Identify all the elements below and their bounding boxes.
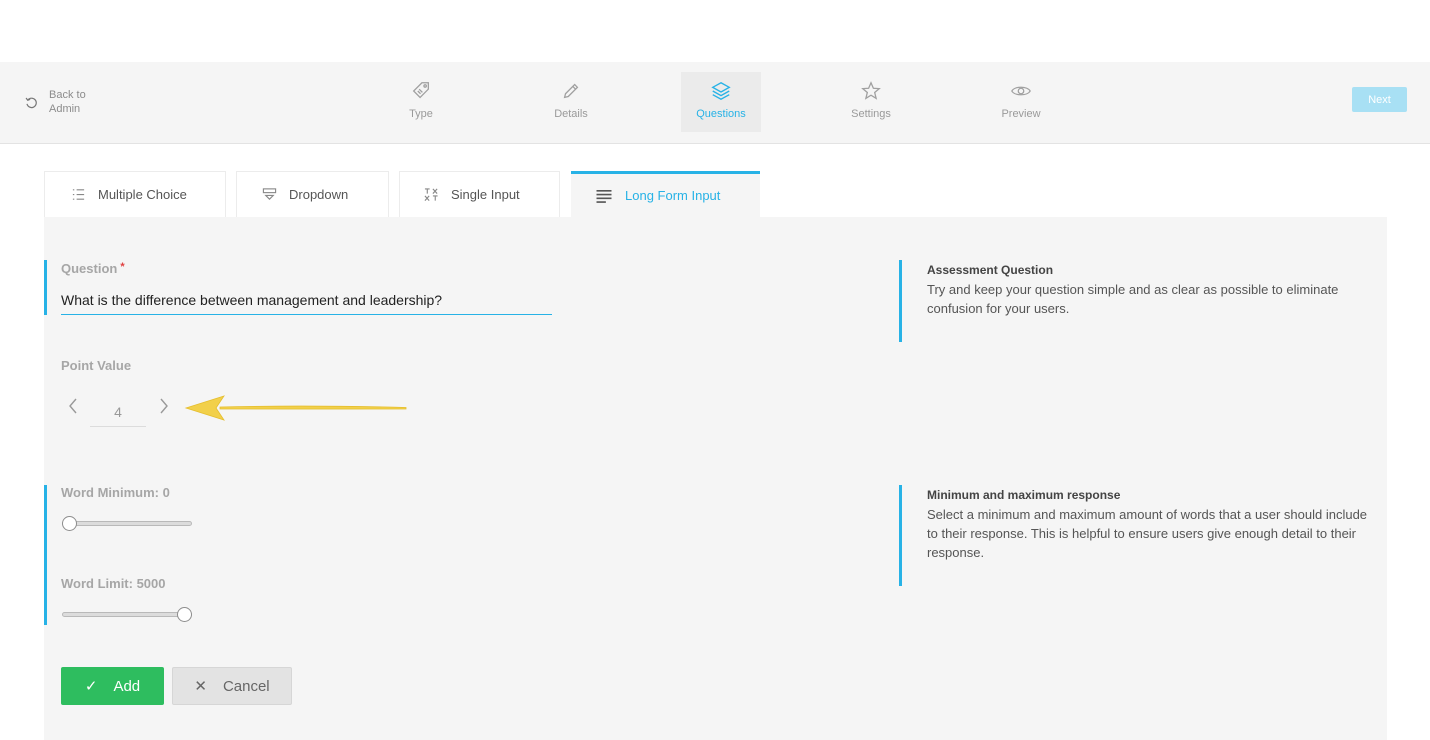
tab-long-form-input[interactable]: Long Form Input <box>571 171 760 217</box>
step-questions[interactable]: Questions <box>681 72 761 132</box>
star-icon <box>861 81 881 100</box>
slider-track <box>62 612 192 617</box>
point-value-input[interactable] <box>90 397 146 427</box>
paragraph-icon <box>596 189 612 203</box>
undo-icon <box>25 97 37 108</box>
pencil-icon <box>563 83 579 99</box>
word-limit-slider[interactable] <box>62 607 194 623</box>
list-icon <box>72 189 85 200</box>
word-minimum-label: Word Minimum: 0 <box>61 485 170 500</box>
step-details-label: Details <box>554 108 588 120</box>
step-questions-label: Questions <box>696 108 746 120</box>
word-range-field-indicator <box>44 485 47 625</box>
question-form-panel: Question* Point Value Word Minimum: 0 Wo… <box>44 217 1387 740</box>
chevron-right-icon <box>160 398 168 414</box>
dropdown-icon <box>262 188 277 200</box>
min-max-response-help: Minimum and maximum response Select a mi… <box>899 485 1369 586</box>
add-button[interactable]: ✓ Add <box>61 667 164 705</box>
cancel-button-label: Cancel <box>222 677 270 695</box>
wizard-header: Back to Admin Type Details Questions Set… <box>0 62 1430 144</box>
required-mark: * <box>120 261 125 273</box>
slider-thumb[interactable] <box>62 516 77 531</box>
help-title: Assessment Question <box>927 263 1054 277</box>
step-settings-label: Settings <box>851 108 891 120</box>
point-value-label: Point Value <box>61 358 132 373</box>
tab-multiple-choice-label: Multiple Choice <box>98 187 187 202</box>
next-button[interactable]: Next <box>1352 87 1407 112</box>
back-to-admin-label: Back to Admin <box>49 89 86 115</box>
question-input[interactable] <box>61 285 552 315</box>
question-label-text: Question <box>61 261 118 276</box>
tab-dropdown[interactable]: Dropdown <box>236 171 389 217</box>
tab-single-input-label: Single Input <box>451 187 520 202</box>
text-input-icon <box>424 188 438 201</box>
layers-icon <box>711 81 731 101</box>
step-preview-label: Preview <box>1001 108 1041 120</box>
word-minimum-slider[interactable] <box>62 516 194 532</box>
close-icon: ✕ <box>194 678 207 695</box>
help-description: Try and keep your question simple and as… <box>927 282 1339 316</box>
step-details[interactable]: Details <box>531 72 611 132</box>
question-label: Question * <box>61 261 125 276</box>
slider-thumb[interactable] <box>177 607 192 622</box>
step-settings[interactable]: Settings <box>831 72 911 132</box>
step-type[interactable]: Type <box>381 72 461 132</box>
checkmark-icon: ✓ <box>84 678 98 695</box>
annotation-arrow-icon <box>184 395 407 421</box>
tab-long-form-input-label: Long Form Input <box>625 188 721 203</box>
step-preview[interactable]: Preview <box>981 72 1061 132</box>
decrement-button[interactable] <box>64 395 82 417</box>
help-indicator <box>899 485 902 586</box>
eye-icon <box>1011 86 1031 96</box>
cancel-button[interactable]: ✕ Cancel <box>172 667 292 705</box>
tab-multiple-choice[interactable]: Multiple Choice <box>44 171 226 217</box>
step-type-label: Type <box>409 108 433 120</box>
add-button-label: Add <box>113 677 141 695</box>
word-limit-label: Word Limit: 5000 <box>61 576 166 591</box>
help-description: Select a minimum and maximum amount of w… <box>927 507 1368 560</box>
help-title: Minimum and maximum response <box>927 488 1121 502</box>
tab-dropdown-label: Dropdown <box>289 187 349 202</box>
tag-icon <box>412 82 429 99</box>
slider-track <box>62 521 192 526</box>
tab-single-input[interactable]: Single Input <box>399 171 560 217</box>
assessment-question-help: Assessment Question Try and keep your qu… <box>899 260 1369 342</box>
increment-button[interactable] <box>155 395 173 417</box>
back-to-admin-link[interactable]: Back to Admin <box>24 88 99 116</box>
chevron-left-icon <box>69 398 77 414</box>
question-field-indicator <box>44 260 47 315</box>
help-indicator <box>899 260 902 342</box>
